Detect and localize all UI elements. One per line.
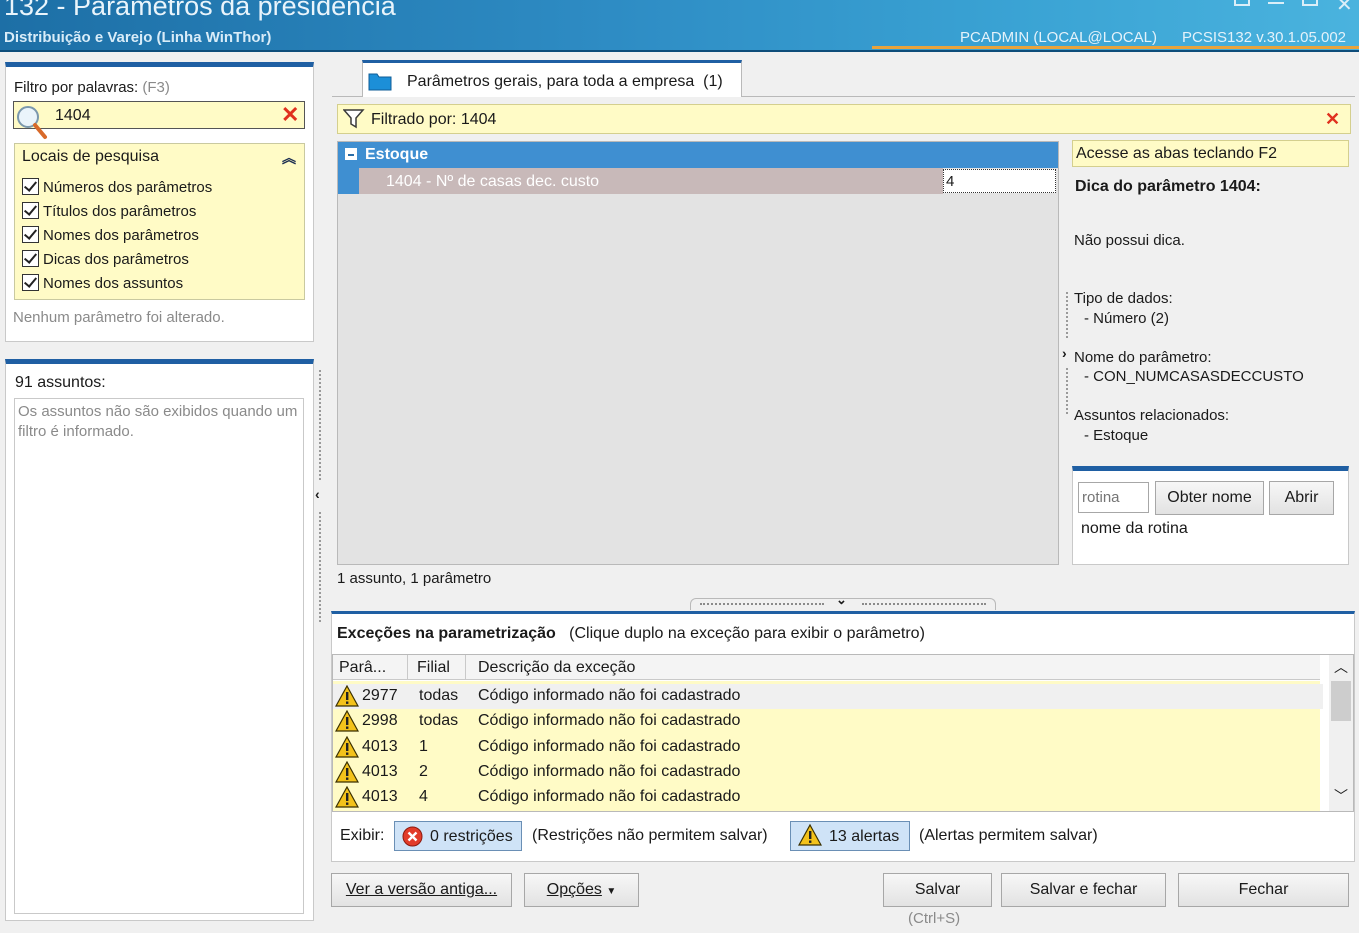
search-locations-title: Locais de pesquisa <box>22 148 159 165</box>
funnel-icon <box>343 109 365 129</box>
option-param-names[interactable]: Nomes dos parâmetros <box>22 226 199 250</box>
routine-input[interactable] <box>1078 482 1149 513</box>
access-tabs-text: Acesse as abas teclando F2 <box>1076 145 1278 162</box>
related-subjects-value: - Estoque <box>1084 427 1149 444</box>
filter-input[interactable]: 1404 <box>55 107 91 125</box>
checkbox-icon[interactable] <box>22 250 39 267</box>
warning-icon <box>335 710 359 732</box>
checkbox-icon[interactable] <box>22 178 39 195</box>
collapse-left-icon[interactable]: ‹ <box>315 486 320 502</box>
data-type-label: Tipo de dados: <box>1074 290 1173 307</box>
param-value: 4 <box>946 173 955 190</box>
tree-group-label: Estoque <box>365 146 429 163</box>
window-title: 132 - Parâmetros da presidência <box>4 0 396 21</box>
hint-splitter-grip[interactable] <box>1066 292 1068 338</box>
clear-filtered-by-icon[interactable]: ✕ <box>1325 109 1340 130</box>
close-window-icon[interactable]: ✕ <box>1336 0 1353 17</box>
tab-label: Parâmetros gerais, para toda a empresa (… <box>407 73 723 90</box>
hint-text: Não possui dica. <box>1074 232 1185 249</box>
close-button[interactable]: Fechar <box>1178 873 1349 907</box>
table-row[interactable]: 2977 todas Código informado não foi cada… <box>333 684 1323 709</box>
warning-icon <box>335 685 359 707</box>
warning-icon <box>335 786 359 808</box>
related-subjects-label: Assuntos relacionados: <box>1074 407 1230 424</box>
folder-icon <box>368 73 392 91</box>
collapse-chevron-icon[interactable]: ︽ <box>282 148 296 168</box>
col-description[interactable]: Descrição da exceção <box>478 659 635 677</box>
table-row[interactable]: 4013 2 Código informado não foi cadastra… <box>333 760 1323 785</box>
version-label: PCSIS132 v.30.1.05.002 <box>1182 29 1347 46</box>
left-splitter-grip[interactable] <box>319 370 321 480</box>
title-accent-line <box>872 46 1359 49</box>
filtered-by-label: Filtrado por: 1404 <box>371 111 497 128</box>
restrictions-note: (Restrições não permitem salvar) <box>532 827 768 844</box>
subjects-count: 91 assuntos: <box>15 374 106 391</box>
title-bar: 132 - Parâmetros da presidência Distribu… <box>0 0 1359 52</box>
warning-icon <box>335 761 359 783</box>
warning-icon <box>798 824 822 846</box>
minimize-icon[interactable] <box>1268 2 1284 4</box>
filter-shortcut: (F3) <box>142 79 170 96</box>
scrollbar-thumb[interactable] <box>1331 681 1351 721</box>
dropdown-caret-icon: ▼ <box>606 886 617 897</box>
tree-summary: 1 assunto, 1 parâmetro <box>337 570 492 587</box>
save-close-button[interactable]: Salvar e fechar <box>1001 873 1166 907</box>
alerts-label: 13 alertas <box>829 828 900 845</box>
checkbox-icon[interactable] <box>22 202 39 219</box>
restore-icon[interactable] <box>1234 0 1250 6</box>
exceptions-title: Exceções na parametrização <box>337 625 556 642</box>
checkbox-icon[interactable] <box>22 274 39 291</box>
scroll-up-icon[interactable]: ︿ <box>1334 657 1348 677</box>
save-shortcut: (Ctrl+S) <box>908 910 961 927</box>
option-param-hints[interactable]: Dicas dos parâmetros <box>22 250 189 274</box>
maximize-icon[interactable] <box>1302 0 1318 6</box>
subjects-list[interactable] <box>14 398 304 914</box>
table-row[interactable]: 2998 todas Código informado não foi cada… <box>333 709 1323 734</box>
tree-group-header[interactable] <box>338 142 1058 168</box>
checkbox-icon[interactable] <box>22 226 39 243</box>
table-row[interactable]: 4013 4 Código informado não foi cadastra… <box>333 785 1323 810</box>
magnifier-icon <box>17 106 47 139</box>
collapse-down-icon[interactable]: ⌄ <box>836 592 847 608</box>
param-name-label: Nome do parâmetro: <box>1074 349 1212 366</box>
open-button[interactable]: Abrir <box>1269 481 1334 515</box>
table-row[interactable]: 4013 1 Código informado não foi cadastra… <box>333 735 1323 760</box>
option-param-titles[interactable]: Títulos dos parâmetros <box>22 202 196 226</box>
old-version-button[interactable]: Ver a versão antiga... <box>331 873 512 907</box>
error-icon <box>402 826 423 847</box>
restrictions-label: 0 restrições <box>430 828 513 845</box>
hint-title: Dica do parâmetro 1404: <box>1075 178 1261 195</box>
warning-icon <box>335 736 359 758</box>
option-param-numbers[interactable]: Números dos parâmetros <box>22 178 212 202</box>
user-label: PCADMIN (LOCAL@LOCAL) <box>960 29 1157 46</box>
option-subject-names[interactable]: Nomes dos assuntos <box>22 274 183 298</box>
filter-label: Filtro por palavras: (F3) <box>14 79 170 96</box>
exceptions-header: Exceções na parametrização (Clique duplo… <box>337 625 925 643</box>
scroll-down-icon[interactable]: ﹀ <box>1334 786 1348 806</box>
param-value-input[interactable] <box>943 169 1056 193</box>
clear-filter-icon[interactable]: ✕ <box>281 102 299 128</box>
col-param[interactable]: Parâ... <box>339 659 386 677</box>
left-splitter-grip-lower[interactable] <box>319 512 321 622</box>
alerts-note: (Alertas permitem salvar) <box>919 827 1098 844</box>
collapse-group-icon[interactable] <box>345 148 357 160</box>
show-label: Exibir: <box>340 827 385 844</box>
options-button[interactable]: Opções ▼ <box>524 873 639 907</box>
exceptions-subtitle: (Clique duplo na exceção para exibir o p… <box>569 625 925 642</box>
col-filial[interactable]: Filial <box>417 659 450 677</box>
window-subtitle: Distribuição e Varejo (Linha WinThor) <box>4 29 272 46</box>
subjects-note: Os assuntos não são exibidos quando um f… <box>18 403 298 440</box>
param-name-value: - CON_NUMCASASDECCUSTO <box>1084 368 1304 385</box>
param-label: 1404 - Nº de casas dec. custo <box>386 173 600 190</box>
change-status: Nenhum parâmetro foi alterado. <box>13 309 225 326</box>
data-type-value: - Número (2) <box>1084 310 1170 327</box>
routine-name-label: nome da rotina <box>1081 520 1188 537</box>
save-button[interactable]: Salvar <box>883 873 992 907</box>
params-tree <box>337 141 1059 565</box>
hint-splitter-grip-lower[interactable] <box>1066 368 1068 414</box>
expand-hint-icon[interactable]: › <box>1062 345 1067 361</box>
get-name-button[interactable]: Obter nome <box>1155 481 1264 515</box>
